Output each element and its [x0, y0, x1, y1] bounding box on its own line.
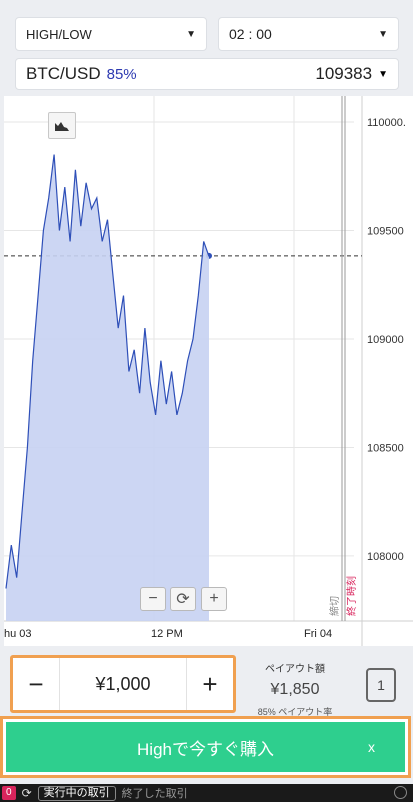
- payout-amount: ¥1,850: [270, 681, 320, 698]
- y-tick-label: 109000: [367, 334, 404, 346]
- duration-select[interactable]: 02 : 00 ▼: [218, 17, 399, 51]
- buy-high-button[interactable]: Highで今すぐ購入 x: [6, 722, 405, 772]
- asset-price: 109383: [315, 64, 373, 83]
- asset-selector[interactable]: BTC/USD 85% 109383 ▼: [15, 58, 399, 90]
- x-tick-label: 12 PM: [151, 628, 183, 640]
- y-axis: 110000. 109500 109000 108500 108000: [367, 117, 406, 563]
- one-click-trade-button[interactable]: 1: [366, 668, 396, 702]
- close-icon[interactable]: x: [368, 739, 375, 755]
- tab-open-trades[interactable]: 実行中の取引: [37, 785, 116, 801]
- y-tick-label: 109500: [367, 226, 404, 238]
- chart-type-button[interactable]: [48, 112, 76, 139]
- x-tick-label: hu 03: [4, 628, 32, 640]
- caret-down-icon: ▼: [378, 68, 388, 80]
- open-trades-count-badge: 0: [2, 786, 16, 800]
- investment-amount-input[interactable]: ¥1,000: [59, 658, 187, 710]
- expand-icon[interactable]: [394, 786, 407, 799]
- asset-name: BTC/USD: [26, 64, 101, 83]
- trade-mode-label: HIGH/LOW: [26, 26, 92, 42]
- buy-panel: Highで今すぐ購入 x: [0, 716, 411, 778]
- expiry-label: 終了時刻: [345, 576, 358, 616]
- investment-amount-stepper[interactable]: − ¥1,000 +: [10, 655, 236, 713]
- x-tick-label: Fri 04: [304, 628, 332, 640]
- area-chart-icon: [55, 121, 69, 131]
- asset-payout-rate: 85%: [106, 66, 137, 83]
- trade-mode-select[interactable]: HIGH/LOW ▼: [15, 17, 207, 51]
- price-chart-svg: 締切 終了時刻 110000. 109500 109000 108500 108000 h…: [4, 96, 413, 646]
- increase-amount-button[interactable]: +: [187, 658, 233, 710]
- zoom-out-button[interactable]: −: [140, 587, 166, 611]
- y-tick-label: 108500: [367, 442, 404, 454]
- decrease-amount-button[interactable]: −: [13, 658, 59, 710]
- tab-closed-trades[interactable]: 終了した取引: [122, 785, 188, 801]
- buy-high-label: Highで今すぐ購入: [137, 739, 274, 759]
- caret-down-icon: ▼: [186, 28, 196, 40]
- duration-label: 02 : 00: [229, 26, 272, 42]
- caret-down-icon: ▼: [378, 28, 388, 40]
- x-axis: hu 03 12 PM Fri 04: [4, 628, 332, 640]
- payout-label: ペイアウト額: [265, 664, 325, 675]
- trades-bar: 0 ⟳ 実行中の取引 終了した取引: [0, 784, 413, 802]
- price-chart[interactable]: 締切 終了時刻 110000. 109500 109000 108500 108000 h…: [4, 96, 413, 646]
- deadline-label: 締切: [328, 596, 341, 616]
- refresh-icon[interactable]: ⟳: [22, 786, 32, 800]
- reset-zoom-button[interactable]: ⟳: [170, 587, 196, 611]
- refresh-icon: ⟳: [176, 591, 190, 608]
- payout-info: ペイアウト額 ¥1,850 85% ペイアウト率: [245, 660, 345, 718]
- zoom-in-button[interactable]: +: [201, 587, 227, 611]
- y-tick-label: 108000: [367, 551, 404, 563]
- y-tick-label: 110000.: [367, 117, 406, 129]
